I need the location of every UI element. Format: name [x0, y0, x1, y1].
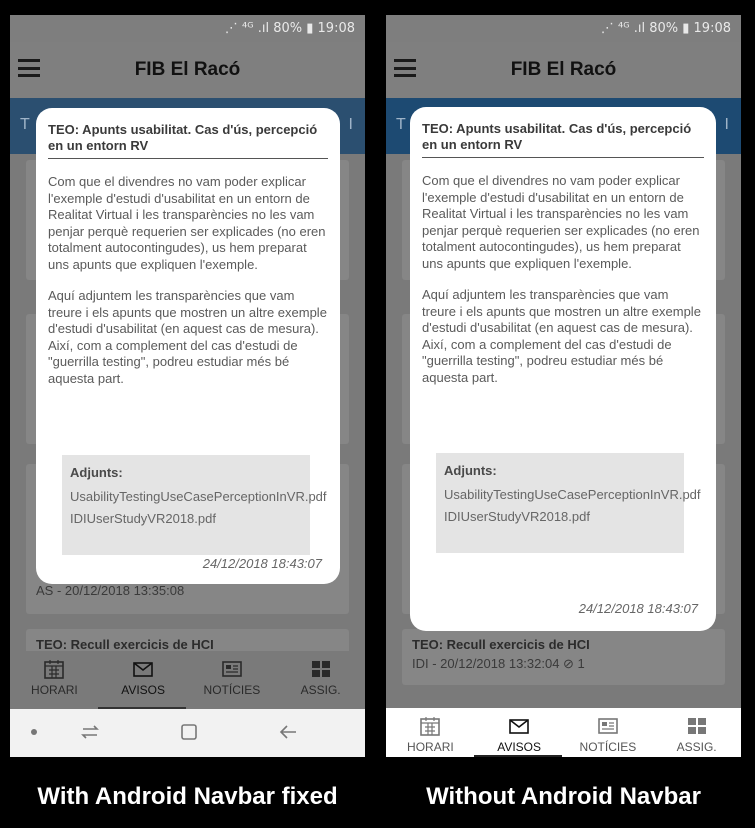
nav-label: ASSIG.: [676, 740, 717, 754]
app-title: FIB El Racó: [510, 59, 617, 80]
list-item-meta: AS - 20/12/2018 13:35:08: [36, 583, 185, 598]
list-item[interactable]: TEO: Recull exercicis de HCI IDI - 20/12…: [402, 629, 725, 685]
dialog-body: Com que el divendres no vam poder explic…: [422, 173, 704, 386]
calendar-icon: [420, 717, 441, 736]
attachments-heading: Adjunts:: [444, 463, 497, 478]
nav-label: HORARI: [31, 683, 78, 697]
attachment-link[interactable]: UsabilityTestingUseCasePerceptionInVR.pd…: [70, 489, 327, 505]
caption-right: Without Android Navbar: [426, 783, 701, 810]
nav-assig[interactable]: ASSIG.: [652, 708, 741, 757]
bottom-navigation: HORARI AVISOS NOTÍCIES ASSIG.: [386, 708, 741, 757]
phone-with-navbar: ⋰ ⁴ᴳ .ıl 80% ▮ 19:08 FIB El Racó T I AS …: [10, 15, 365, 757]
list-item-title: TEO: Recull exercicis de HCI: [36, 637, 214, 652]
nav-label: HORARI: [407, 740, 454, 754]
dialog-paragraph: Com que el divendres no vam poder explic…: [48, 174, 326, 272]
dialog-paragraph: Aquí adjuntem les transparències que vam…: [48, 288, 327, 386]
nav-label: NOTÍCIES: [203, 683, 261, 697]
nav-avisos[interactable]: AVISOS: [99, 651, 188, 709]
recent-apps-icon[interactable]: [80, 723, 100, 741]
announcement-dialog: TEO: Apunts usabilitat. Cas d'ús, percep…: [410, 107, 716, 631]
active-tab-indicator: [474, 755, 562, 757]
attachments-box: Adjunts: UsabilityTestingUseCasePercepti…: [62, 455, 327, 555]
status-bar: ⋰ ⁴ᴳ .ıl 80% ▮ 19:08: [10, 15, 365, 42]
nav-noticies[interactable]: NOTÍCIES: [564, 708, 653, 757]
dialog-title: TEO: Apunts usabilitat. Cas d'ús, percep…: [422, 121, 704, 158]
nav-label: AVISOS: [497, 740, 542, 754]
dot-icon[interactable]: [30, 728, 38, 736]
mail-icon: [509, 719, 529, 734]
attachments-heading: Adjunts:: [70, 465, 123, 480]
dialog-paragraph: Com que el divendres no vam poder explic…: [422, 173, 700, 271]
back-icon[interactable]: [278, 723, 298, 741]
nav-label: AVISOS: [121, 683, 166, 697]
bottom-navigation: HORARI AVISOS NOTÍCIES ASSIG.: [10, 651, 365, 709]
nav-noticies[interactable]: NOTÍCIES: [188, 651, 277, 709]
dialog-date: 24/12/2018 18:43:07: [578, 601, 698, 616]
android-navbar: [10, 709, 365, 757]
app-bar: FIB El Racó: [10, 42, 365, 98]
newspaper-icon: [222, 661, 242, 677]
app-bar: FIB El Racó: [386, 42, 741, 98]
grid-icon: [311, 661, 330, 677]
attachment-link[interactable]: UsabilityTestingUseCasePerceptionInVR.pd…: [444, 487, 701, 503]
tab-label-left[interactable]: T: [396, 116, 406, 134]
dialog-body: Com que el divendres no vam poder explic…: [48, 174, 328, 387]
nav-horari[interactable]: HORARI: [386, 708, 475, 757]
home-icon[interactable]: [180, 723, 198, 741]
dialog-date: 24/12/2018 18:43:07: [202, 556, 322, 571]
nav-avisos[interactable]: AVISOS: [475, 708, 564, 757]
nav-horari[interactable]: HORARI: [10, 651, 99, 709]
list-item-title: TEO: Recull exercicis de HCI: [412, 637, 590, 652]
newspaper-icon: [598, 718, 618, 734]
list-item-meta: IDI - 20/12/2018 13:32:04 ⊘ 1: [412, 656, 585, 671]
tab-label-left[interactable]: T: [20, 116, 30, 134]
announcement-dialog: TEO: Apunts usabilitat. Cas d'ús, percep…: [36, 108, 340, 584]
phone-without-navbar: ⋰ ⁴ᴳ .ıl 80% ▮ 19:08 FIB El Racó T I TEO…: [386, 15, 741, 757]
tab-label-right[interactable]: I: [349, 116, 353, 134]
dialog-paragraph: Aquí adjuntem les transparències que vam…: [422, 287, 701, 385]
caption-left: With Android Navbar fixed: [37, 783, 338, 810]
app-title: FIB El Racó: [134, 59, 241, 80]
nav-label: ASSIG.: [300, 683, 341, 697]
attachment-link[interactable]: IDIUserStudyVR2018.pdf: [70, 511, 302, 527]
attachments-box: Adjunts: UsabilityTestingUseCasePercepti…: [436, 453, 701, 553]
tab-label-right[interactable]: I: [725, 116, 729, 134]
nav-assig[interactable]: ASSIG.: [276, 651, 365, 709]
nav-label: NOTÍCIES: [579, 740, 637, 754]
status-bar: ⋰ ⁴ᴳ .ıl 80% ▮ 19:08: [386, 15, 741, 42]
attachment-link[interactable]: IDIUserStudyVR2018.pdf: [444, 509, 676, 525]
dialog-title: TEO: Apunts usabilitat. Cas d'ús, percep…: [48, 122, 328, 159]
calendar-icon: [44, 660, 65, 679]
mail-icon: [133, 662, 153, 677]
grid-icon: [687, 718, 706, 734]
